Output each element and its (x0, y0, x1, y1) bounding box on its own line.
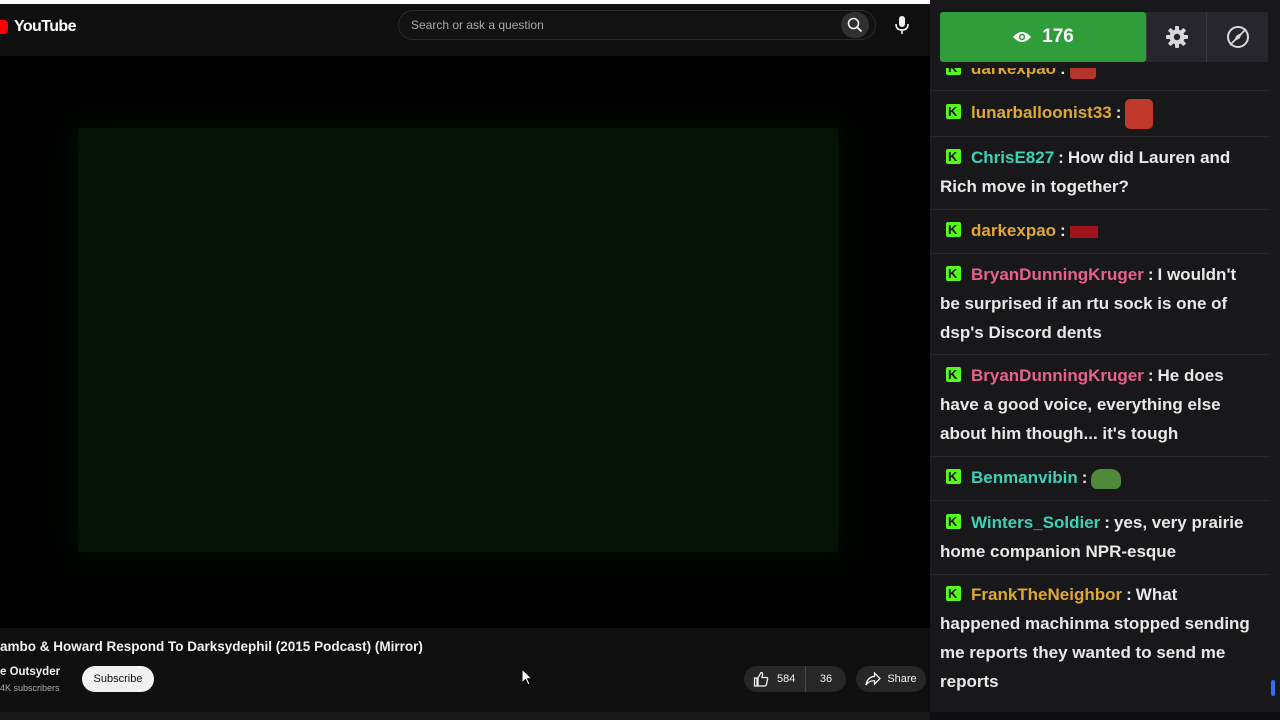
chat-message: darkexpao: (940, 215, 1260, 245)
kick-badge-icon (946, 97, 961, 126)
dislike-button[interactable]: 36 (806, 673, 846, 685)
message-divider (930, 354, 1270, 355)
chat-message: Benmanvibin: (940, 462, 1260, 492)
viewer-count: 176 (1042, 26, 1074, 47)
settings-button[interactable] (1146, 12, 1206, 62)
subscribe-button[interactable]: Subscribe (82, 666, 154, 692)
youtube-play-icon (0, 20, 8, 34)
chat-message: Winters_Soldier:yes, very prairie home c… (940, 507, 1260, 566)
message-divider (930, 90, 1270, 91)
chat-message: BryanDunningKruger:He does have a good v… (940, 360, 1260, 448)
video-title: ambo & Howard Respond To Darksydephil (2… (0, 639, 423, 654)
message-divider (930, 136, 1270, 137)
message-divider (930, 209, 1270, 210)
channel-name[interactable]: e Outsyder (0, 666, 60, 678)
microphone-icon (895, 16, 909, 34)
share-button[interactable]: Share (856, 666, 926, 692)
kick-badge-icon (946, 259, 961, 288)
youtube-logo[interactable]: YouTube (0, 17, 76, 37)
chat-pane: darkexpao: lunarballoonist33: ChrisE827:… (930, 0, 1280, 720)
share-icon (865, 672, 882, 686)
search-box[interactable]: Search or ask a question (398, 10, 876, 40)
search-button[interactable] (841, 12, 869, 38)
youtube-logo-text: YouTube (14, 18, 76, 35)
kick-badge-icon (946, 142, 961, 171)
viewer-count-box[interactable]: 176 (940, 12, 1146, 62)
chat-username[interactable]: Winters_Soldier (971, 513, 1100, 532)
video-frame[interactable] (78, 128, 838, 552)
chat-bottom-bar (930, 712, 1280, 720)
red-text-emote-icon (1069, 225, 1098, 238)
message-divider (930, 574, 1270, 575)
message-divider (930, 456, 1270, 457)
message-divider (930, 500, 1270, 501)
chat-username[interactable]: BryanDunningKruger (971, 366, 1144, 385)
kick-badge-icon (946, 579, 961, 608)
youtube-pane: YouTube Search or ask a question ambo & … (0, 0, 930, 720)
compass-icon (1226, 26, 1249, 48)
frog-emote-icon (1091, 468, 1122, 489)
search-icon (847, 17, 863, 33)
like-count: 584 (777, 673, 796, 685)
chat-message-list[interactable]: darkexpao: lunarballoonist33: ChrisE827:… (930, 0, 1270, 720)
eye-icon (1013, 32, 1032, 42)
like-button[interactable]: 584 (744, 666, 806, 692)
chat-message: lunarballoonist33: (940, 97, 1260, 129)
chat-username[interactable]: Benmanvibin (971, 468, 1078, 487)
chat-username[interactable]: darkexpao (971, 221, 1056, 240)
chat-header: 176 (930, 0, 1280, 68)
like-dislike-group: 584 36 (744, 666, 846, 692)
chat-username[interactable]: lunarballoonist33 (971, 103, 1112, 122)
chat-username[interactable]: ChrisE827 (971, 148, 1054, 167)
search-placeholder: Search or ask a question (411, 18, 544, 32)
thumbs-up-icon (753, 671, 769, 687)
chat-scrollbar[interactable] (1271, 680, 1275, 696)
share-label: Share (887, 673, 917, 685)
subscriber-count: 4K subscribers (0, 683, 60, 693)
bottom-bar (0, 712, 930, 720)
mouse-cursor-icon (521, 668, 533, 686)
chat-message: ChrisE827:How did Lauren and Rich move i… (940, 142, 1260, 201)
video-player[interactable] (0, 56, 930, 628)
chat-message: FrankTheNeighbor:What happened machinma … (940, 579, 1260, 696)
message-divider (930, 253, 1270, 254)
kick-badge-icon (946, 360, 961, 389)
kick-badge-icon (946, 507, 961, 536)
gear-icon (1165, 26, 1188, 48)
voice-search-button[interactable] (888, 11, 916, 39)
dislike-count: 36 (819, 673, 833, 685)
chat-message: BryanDunningKruger:I wouldn't be surpris… (940, 259, 1260, 347)
kick-badge-icon (946, 462, 961, 491)
popout-button[interactable] (1206, 12, 1268, 62)
chat-username[interactable]: BryanDunningKruger (971, 265, 1144, 284)
youtube-header: YouTube Search or ask a question (0, 4, 930, 52)
chat-username[interactable]: FrankTheNeighbor (971, 585, 1122, 604)
face-emote-icon (1125, 98, 1154, 129)
kick-badge-icon (946, 215, 961, 244)
